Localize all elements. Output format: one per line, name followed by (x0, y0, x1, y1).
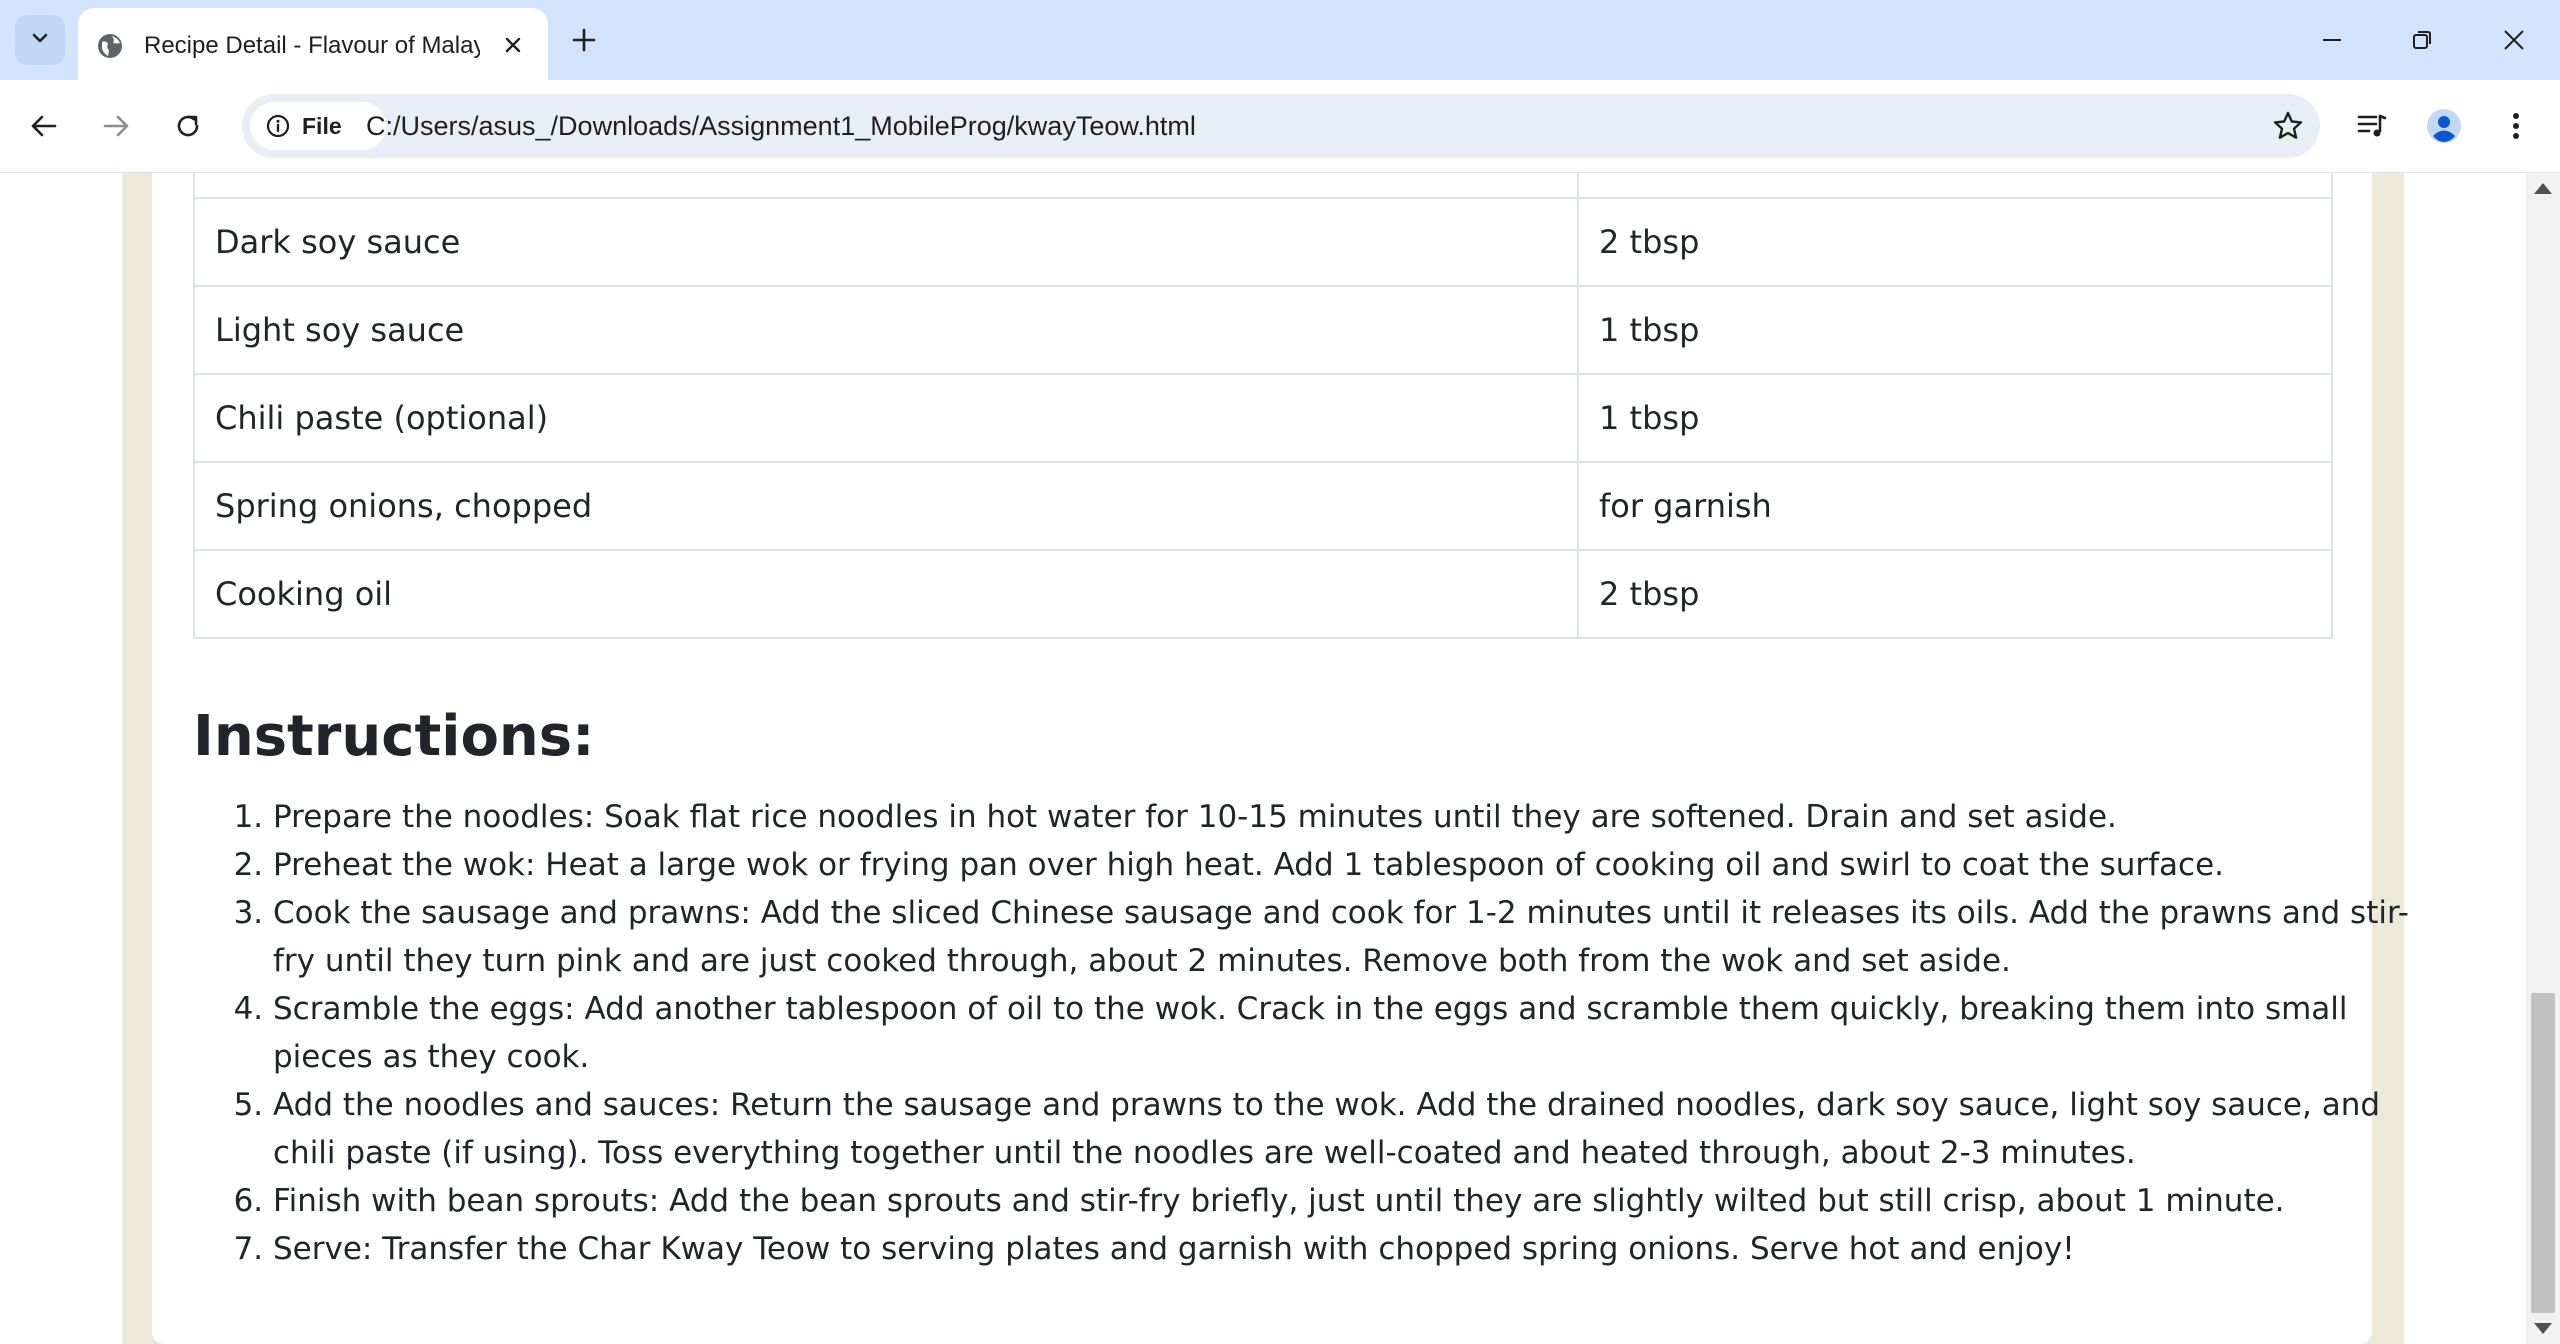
kebab-menu-icon[interactable] (2492, 102, 2540, 150)
ingredient-name: Light soy sauce (193, 285, 1579, 375)
table-row: Bean sprouts, rinsed100 grams (193, 173, 2333, 199)
arrow-right-icon[interactable] (92, 102, 140, 150)
table-row: Spring onions, chopped for garnish (193, 461, 2333, 551)
close-icon[interactable] (496, 28, 530, 62)
chevron-down-icon (29, 27, 51, 53)
ingredients-table: Bean sprouts, rinsed100 gramsDark soy sa… (193, 173, 2333, 639)
list-item: Cook the sausage and prawns: Add the sli… (273, 889, 2423, 985)
ingredient-name: Cooking oil (193, 549, 1579, 639)
globe-icon (96, 32, 124, 60)
list-item: Scramble the eggs: Add another tablespoo… (273, 985, 2423, 1081)
list-item: Add the noodles and sauces: Return the s… (273, 1081, 2423, 1177)
star-icon[interactable] (2266, 104, 2310, 148)
table-row: Chili paste (optional) 1 tbsp (193, 373, 2333, 463)
reload-icon[interactable] (164, 102, 212, 150)
active-tab[interactable]: Recipe Detail - Flavour of Malaysia (78, 8, 548, 80)
close-icon[interactable] (2490, 16, 2538, 64)
media-control-icon[interactable] (2348, 102, 2396, 150)
profile-icon[interactable] (2420, 102, 2468, 150)
ingredient-name: Chili paste (optional) (193, 373, 1579, 463)
tab-strip: Recipe Detail - Flavour of Malaysia (0, 0, 2560, 80)
tab-search-button[interactable] (15, 15, 65, 65)
restore-icon[interactable] (2398, 16, 2446, 64)
list-item: Finish with bean sprouts: Add the bean s… (273, 1177, 2423, 1225)
ingredient-amount: 2 tbsp (1577, 197, 2333, 287)
minimize-icon[interactable] (2308, 16, 2356, 64)
url-text[interactable]: C:/Users/asus_/Downloads/Assignment1_Mob… (366, 108, 1196, 144)
scrollbar-thumb[interactable] (2531, 993, 2555, 1313)
address-bar[interactable]: File C:/Users/asus_/Downloads/Assignment… (242, 94, 2320, 158)
browser-toolbar: File C:/Users/asus_/Downloads/Assignment… (0, 80, 2560, 173)
scroll-up-arrow-icon[interactable] (2534, 183, 2552, 194)
table-row: Dark soy sauce 2 tbsp (193, 197, 2333, 287)
ingredient-name: Dark soy sauce (193, 197, 1579, 287)
ingredient-name: Bean sprouts, rinsed (193, 173, 1579, 199)
instructions-heading: Instructions: (193, 704, 595, 769)
ingredient-amount: for garnish (1577, 461, 2333, 551)
list-item: Preheat the wok: Heat a large wok or fry… (273, 841, 2423, 889)
table-row: Light soy sauce 1 tbsp (193, 285, 2333, 375)
list-item: Serve: Transfer the Char Kway Teow to se… (273, 1225, 2423, 1273)
instructions-list: Prepare the noodles: Soak flat rice nood… (193, 793, 2423, 1273)
tab-title: Recipe Detail - Flavour of Malaysia (144, 32, 480, 59)
ingredient-amount: 2 tbsp (1577, 549, 2333, 639)
info-icon (266, 114, 290, 138)
plus-icon[interactable] (564, 20, 604, 60)
list-item: Prepare the noodles: Soak flat rice nood… (273, 793, 2423, 841)
page-viewport: Bean sprouts, rinsed100 gramsDark soy sa… (0, 173, 2526, 1344)
ingredient-amount: 100 grams (1577, 173, 2333, 199)
site-chip-label: File (302, 113, 342, 139)
ingredient-amount: 1 tbsp (1577, 285, 2333, 375)
scroll-down-arrow-icon[interactable] (2534, 1323, 2552, 1334)
arrow-left-icon[interactable] (20, 102, 68, 150)
vertical-scrollbar[interactable] (2526, 173, 2560, 1344)
ingredient-amount: 1 tbsp (1577, 373, 2333, 463)
table-row: Cooking oil 2 tbsp (193, 549, 2333, 639)
ingredient-name: Spring onions, chopped (193, 461, 1579, 551)
